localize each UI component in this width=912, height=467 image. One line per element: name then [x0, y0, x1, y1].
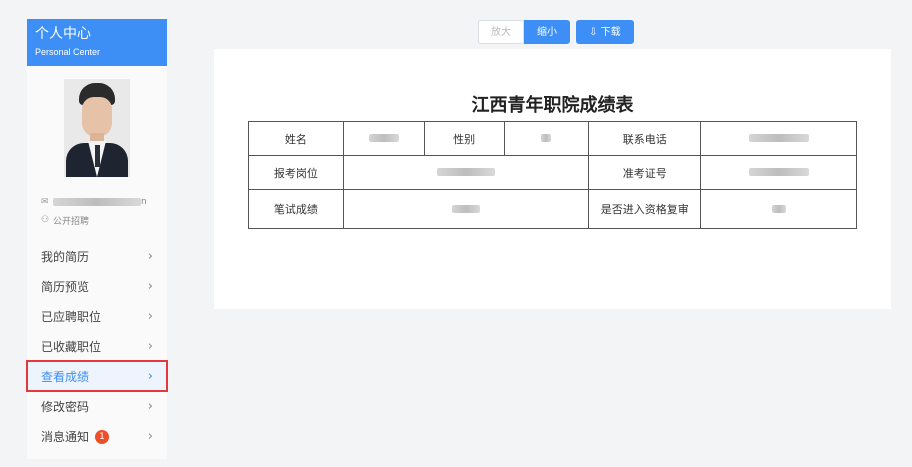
score-report-card: 江西青年职院成绩表 姓名 性别 联系电话 报考岗位 准考证号 笔试成绩 是否进入… [214, 49, 891, 309]
position-value [342, 155, 590, 190]
sidebar-item-notifications[interactable]: 消息通知 1 › [27, 421, 167, 451]
menu-label: 我的简历 [41, 249, 90, 264]
review-label: 是否进入资格复审 [588, 189, 702, 229]
recruit-row: ⚇ 公开招聘 [41, 211, 147, 229]
sidebar-item-view-scores[interactable]: 查看成绩 › [26, 360, 168, 392]
sidebar-subtitle: Personal Center [35, 47, 101, 57]
sidebar-title: 个人中心 [35, 26, 91, 42]
sidebar-item-resume-preview[interactable]: 简历预览 › [27, 271, 167, 301]
menu-label: 消息通知 [41, 429, 90, 444]
menu-label: 已应聘职位 [41, 309, 102, 324]
notification-badge: 1 [95, 430, 110, 444]
menu-label: 查看成绩 [41, 369, 90, 384]
gender-value [503, 121, 590, 156]
sidebar-header: 个人中心 Personal Center [27, 19, 167, 66]
sidebar-item-my-resume[interactable]: 我的简历 › [27, 241, 167, 271]
ticket-value [700, 155, 857, 190]
position-label: 报考岗位 [248, 155, 344, 190]
zoom-out-button[interactable]: 缩小 [524, 20, 570, 44]
written-score-label: 笔试成绩 [248, 189, 344, 229]
phone-value [700, 121, 857, 156]
menu-label: 简历预览 [41, 279, 90, 294]
mail-icon: ✉ [41, 197, 49, 207]
review-value [700, 189, 857, 229]
zoom-in-button[interactable]: 放大 [478, 20, 524, 44]
table-row: 姓名 性别 联系电话 [248, 121, 857, 156]
score-table: 姓名 性别 联系电话 报考岗位 准考证号 笔试成绩 是否进入资格复审 [248, 121, 857, 229]
cloud-download-icon: ⇩ [589, 27, 598, 38]
name-label: 姓名 [248, 121, 344, 156]
chevron-right-icon: › [147, 368, 153, 384]
email-suffix: n [141, 197, 147, 207]
table-row: 报考岗位 准考证号 [248, 155, 857, 190]
chevron-right-icon: › [147, 248, 153, 264]
email-row: ✉ n [41, 193, 147, 211]
chevron-right-icon: › [147, 338, 153, 354]
zoom-toolbar: 放大 缩小 ⇩ 下载 [478, 20, 634, 44]
menu-label-wrap: 消息通知 1 [41, 428, 110, 445]
email-redacted [53, 198, 141, 206]
chevron-right-icon: › [147, 398, 153, 414]
ticket-label: 准考证号 [588, 155, 702, 190]
chevron-right-icon: › [147, 428, 153, 444]
avatar [64, 79, 130, 177]
download-label: 下载 [600, 27, 621, 38]
table-row: 笔试成绩 是否进入资格复审 [248, 189, 857, 229]
written-score-value [342, 189, 590, 229]
download-button[interactable]: ⇩ 下载 [576, 20, 634, 44]
sidebar-menu: 我的简历 › 简历预览 › 已应聘职位 › 已收藏职位 › 查看成绩 › 修改密… [26, 241, 168, 451]
user-icon: ⚇ [41, 215, 50, 225]
gender-label: 性别 [423, 121, 505, 156]
recruit-type: 公开招聘 [53, 216, 90, 227]
phone-label: 联系电话 [588, 121, 702, 156]
menu-label: 已收藏职位 [41, 339, 102, 354]
sidebar-item-change-password[interactable]: 修改密码 › [27, 391, 167, 421]
sidebar-item-saved-jobs[interactable]: 已收藏职位 › [27, 331, 167, 361]
report-title: 江西青年职院成绩表 [471, 95, 634, 116]
name-value [342, 121, 425, 156]
menu-label: 修改密码 [41, 399, 90, 414]
sidebar-item-applied-jobs[interactable]: 已应聘职位 › [27, 301, 167, 331]
chevron-right-icon: › [147, 278, 153, 294]
chevron-right-icon: › [147, 308, 153, 324]
sidebar: 个人中心 Personal Center ✉ n ⚇ 公开招聘 我的简历 › 简… [26, 19, 168, 459]
user-contact: ✉ n ⚇ 公开招聘 [41, 193, 147, 229]
